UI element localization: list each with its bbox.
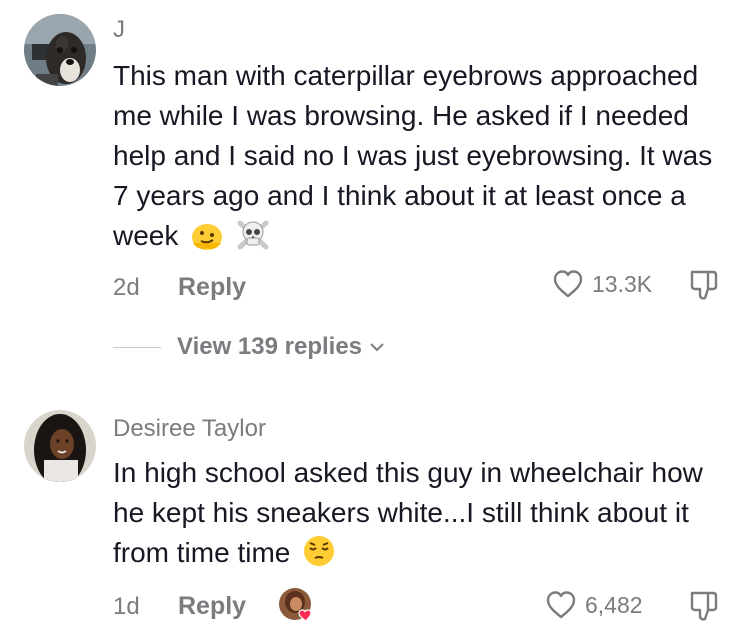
reply-button[interactable]: Reply bbox=[178, 592, 246, 621]
like-button[interactable]: 13.3K bbox=[552, 268, 652, 300]
creator-liked-avatar bbox=[279, 588, 312, 622]
reply-button[interactable]: Reply bbox=[178, 273, 246, 302]
like-count: 13.3K bbox=[592, 270, 653, 297]
avatar[interactable] bbox=[24, 410, 96, 482]
avatar[interactable] bbox=[24, 14, 96, 86]
comment-text: This man with caterpillar eyebrows appro… bbox=[113, 56, 723, 256]
username[interactable]: J bbox=[113, 16, 125, 44]
comment-text: In high school asked this guy in wheelch… bbox=[113, 453, 723, 573]
heart-outline-icon bbox=[546, 591, 576, 619]
comments-panel: J This man with caterpillar eyebrows app… bbox=[0, 0, 750, 640]
like-button[interactable]: 6,482 bbox=[545, 589, 643, 621]
pensive-face-icon bbox=[304, 536, 335, 566]
like-count: 6,482 bbox=[585, 591, 643, 618]
thumbs-down-icon[interactable] bbox=[687, 589, 721, 623]
skull-crossbones-icon bbox=[237, 220, 269, 250]
thumbs-down-icon[interactable] bbox=[687, 268, 721, 302]
username[interactable]: Desiree Taylor bbox=[113, 415, 266, 443]
chevron-down-icon bbox=[370, 343, 384, 352]
divider bbox=[113, 346, 161, 348]
comment-item: Desiree Taylor In high school asked this… bbox=[0, 405, 750, 640]
comment-item: J This man with caterpillar eyebrows app… bbox=[0, 0, 750, 330]
view-replies-label: View 139 replies bbox=[177, 333, 363, 360]
view-replies-button[interactable]: View 139 replies bbox=[113, 333, 386, 361]
comment-age: 1d bbox=[113, 593, 140, 620]
comment-age: 2d bbox=[113, 274, 140, 301]
heart-outline-icon bbox=[553, 270, 583, 298]
comment-body: In high school asked this guy in wheelch… bbox=[113, 457, 703, 568]
melting-face-icon bbox=[192, 224, 223, 250]
